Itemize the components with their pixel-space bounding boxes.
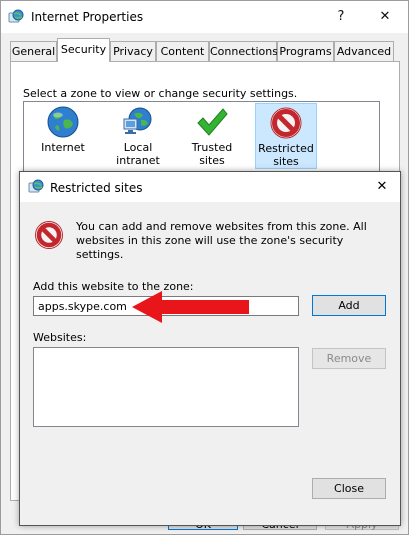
window-titlebar[interactable]: Internet Properties ? ✕ [1, 1, 408, 33]
tab-privacy[interactable]: Privacy [110, 41, 156, 61]
remove-button[interactable]: Remove [312, 348, 386, 369]
tab-programs[interactable]: Programs [277, 41, 334, 61]
red-arrow-icon [132, 291, 250, 323]
network-icon [121, 105, 155, 139]
internet-options-icon [8, 9, 24, 25]
tab-security[interactable]: Security [57, 38, 110, 62]
websites-label: Websites: [33, 331, 87, 344]
zone-local-intranet[interactable]: Local intranet [101, 103, 175, 167]
zone-local-intranet-label: Local intranet [116, 141, 160, 167]
zone-restricted-sites-label-line1: Restricted [258, 142, 314, 155]
window-close-button[interactable]: ✕ [373, 5, 397, 29]
dialog-close-button[interactable]: ✕ [370, 175, 394, 199]
help-button[interactable]: ? [329, 5, 353, 29]
tab-general[interactable]: General [10, 41, 57, 61]
websites-list[interactable] [33, 347, 299, 427]
checkmark-icon [195, 105, 229, 139]
zone-prompt: Select a zone to view or change security… [23, 87, 298, 100]
zone-restricted-sites-label-line2: sites [273, 155, 299, 168]
tab-connections[interactable]: Connections [209, 41, 278, 61]
close-button[interactable]: Close [312, 478, 386, 499]
zone-trusted-sites-label: Trusted sites [191, 141, 233, 167]
dialog-titlebar[interactable]: Restricted sites ✕ [20, 172, 400, 202]
window-title: Internet Properties [31, 10, 144, 24]
zone-trusted-sites[interactable]: Trusted sites [179, 103, 245, 167]
restricted-sites-dialog: Restricted sites ✕ You can add and remov… [19, 171, 401, 526]
globe-icon [46, 105, 80, 139]
tab-content[interactable]: Content [156, 41, 209, 61]
dialog-title: Restricted sites [50, 181, 143, 195]
prohibited-icon [34, 220, 64, 250]
zone-restricted-sites[interactable]: Restricted sites [255, 103, 317, 169]
info-text: You can add and remove websites from thi… [76, 220, 367, 261]
internet-options-icon [28, 179, 44, 195]
prohibited-icon [269, 106, 303, 140]
tab-advanced[interactable]: Advanced [334, 41, 394, 61]
zone-internet[interactable]: Internet [35, 103, 91, 157]
zone-internet-label: Internet [41, 141, 85, 154]
add-button[interactable]: Add [312, 295, 386, 316]
